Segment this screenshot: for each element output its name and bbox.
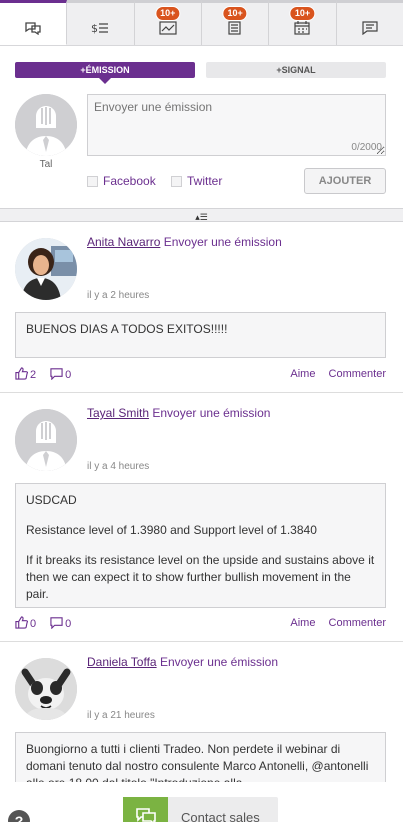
like-icon[interactable]: [15, 367, 29, 383]
post-time: il y a 21 heures: [87, 710, 155, 721]
post-time: il y a 2 heures: [87, 290, 150, 301]
tab-chat[interactable]: [336, 0, 403, 45]
like-icon[interactable]: [15, 616, 29, 632]
contact-sales-button[interactable]: Contact sales: [123, 797, 278, 822]
add-button[interactable]: AJOUTER: [304, 168, 386, 194]
current-user-name: Tal: [39, 159, 53, 170]
tab-prices[interactable]: $: [67, 0, 135, 45]
comment-count: 0: [65, 369, 72, 381]
post-text: Buongiorno a tutti i clienti Tradeo. Non…: [26, 742, 369, 782]
post-author-link[interactable]: Anita Navarro: [87, 235, 160, 249]
comment-count: 0: [65, 618, 72, 630]
post-author-link[interactable]: Daniela Toffa: [87, 655, 157, 669]
chat-icon: [362, 21, 378, 35]
help-button[interactable]: ?: [8, 810, 30, 822]
tab-calendar[interactable]: 10+: [269, 0, 337, 45]
avatar: [15, 658, 77, 720]
post-actions: Aime Commenter: [290, 368, 386, 380]
post-body: BUENOS DIAS A TODOS EXITOS!!!!!: [15, 312, 386, 358]
post-action: Envoyer une émission: [152, 406, 271, 420]
emission-tab[interactable]: +ÉMISSION: [15, 62, 195, 84]
default-avatar-icon: [15, 94, 77, 156]
contact-sales-label: Contact sales: [181, 810, 260, 822]
bottom-bar: ? Contact sales: [0, 782, 403, 822]
avatar: [15, 238, 77, 300]
post-author-link[interactable]: Tayal Smith: [87, 406, 149, 420]
post-text: BUENOS DIAS A TODOS EXITOS!!!!!: [26, 322, 228, 336]
post-header: Anita Navarro Envoyer une émission: [87, 235, 282, 249]
feed-post: Anita Navarro Envoyer une émission il y …: [0, 222, 403, 393]
like-link[interactable]: Aime: [290, 368, 315, 380]
post-reactions: 0 0: [15, 616, 85, 632]
facebook-checkbox[interactable]: Facebook: [87, 174, 156, 188]
comment-icon[interactable]: [50, 367, 63, 383]
feed-post: Tayal Smith Envoyer une émission il y a …: [0, 393, 403, 642]
default-avatar-icon: [15, 409, 77, 471]
user-photo-icon: [15, 238, 77, 300]
feed-post: Daniela Toffa Envoyer une émission il y …: [0, 642, 403, 782]
feed: Anita Navarro Envoyer une émission il y …: [0, 222, 403, 782]
post-text: If it breaks its resistance level on the…: [26, 553, 375, 601]
post-action: Envoyer une émission: [163, 235, 282, 249]
signal-tab[interactable]: +SIGNAL: [206, 62, 386, 78]
facebook-label: Facebook: [103, 174, 156, 188]
tab-charts[interactable]: 10+: [134, 0, 202, 45]
tab-bar: $ 10+ 10+ 10+: [0, 0, 403, 46]
post-header: Tayal Smith Envoyer une émission: [87, 406, 270, 420]
news-icon: [228, 21, 241, 35]
comment-icon[interactable]: [50, 616, 63, 632]
twitter-label: Twitter: [187, 174, 223, 188]
post-action: Envoyer une émission: [159, 655, 279, 669]
tab-messages[interactable]: [0, 0, 68, 45]
like-count: 2: [30, 369, 37, 381]
like-link[interactable]: Aime: [290, 617, 315, 629]
checkbox-box[interactable]: [87, 175, 98, 187]
comment-link[interactable]: Commenter: [329, 368, 386, 380]
price-list-icon: $: [91, 22, 109, 35]
comment-link[interactable]: Commenter: [329, 617, 386, 629]
post-actions: Aime Commenter: [290, 617, 386, 629]
post-time: il y a 4 heures: [87, 461, 150, 472]
svg-text:$: $: [91, 22, 98, 35]
notification-badge: 10+: [155, 6, 181, 21]
notification-badge: 10+: [289, 6, 316, 21]
calendar-icon: [294, 21, 311, 35]
post-text: Resistance level of 1.3980 and Support l…: [26, 523, 317, 537]
tab-news[interactable]: 10+: [201, 0, 270, 45]
collapse-icon: ▴☰: [195, 212, 208, 222]
post-text: USDCAD: [26, 493, 77, 507]
avatar: [15, 94, 77, 156]
char-counter: 0/2000: [351, 142, 382, 153]
post-body: USDCAD Resistance level of 1.3980 and Su…: [15, 483, 386, 608]
chart-icon: [159, 21, 177, 35]
avatar: [15, 409, 77, 471]
dog-photo-icon: [15, 658, 77, 720]
notification-badge: 10+: [222, 6, 248, 21]
post-header: Daniela Toffa Envoyer une émission: [87, 655, 278, 669]
checkbox-box[interactable]: [171, 175, 182, 187]
post-reactions: 2 0: [15, 367, 85, 383]
messages-icon: [25, 21, 41, 35]
twitter-checkbox[interactable]: Twitter: [171, 174, 222, 188]
compose-panel: +ÉMISSION +SIGNAL Tal 0/2000 Facebook Tw…: [0, 46, 403, 208]
collapse-toggle[interactable]: ▴☰: [0, 208, 403, 222]
like-count: 0: [30, 618, 37, 630]
post-body: Buongiorno a tutti i clienti Tradeo. Non…: [15, 732, 386, 782]
chat-bubble-icon: [123, 797, 168, 822]
